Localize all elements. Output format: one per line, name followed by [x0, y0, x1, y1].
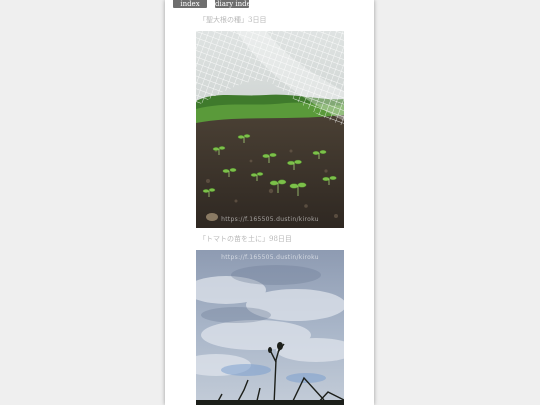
- entry-caption: 「トマトの苗を土に」98日目: [199, 235, 292, 243]
- diary-index-button[interactable]: diary index: [215, 0, 249, 8]
- entry-caption: 「聖大根の種」3日目: [199, 16, 267, 24]
- seedling-photo[interactable]: https://f.165505.dustin/kiroku: [196, 31, 344, 228]
- index-button[interactable]: index: [173, 0, 207, 8]
- photo-watermark: https://f.165505.dustin/kiroku: [221, 254, 319, 261]
- sky-photo[interactable]: https://f.165505.dustin/kiroku: [196, 250, 344, 405]
- photo-watermark: https://f.165505.dustin/kiroku: [221, 216, 319, 223]
